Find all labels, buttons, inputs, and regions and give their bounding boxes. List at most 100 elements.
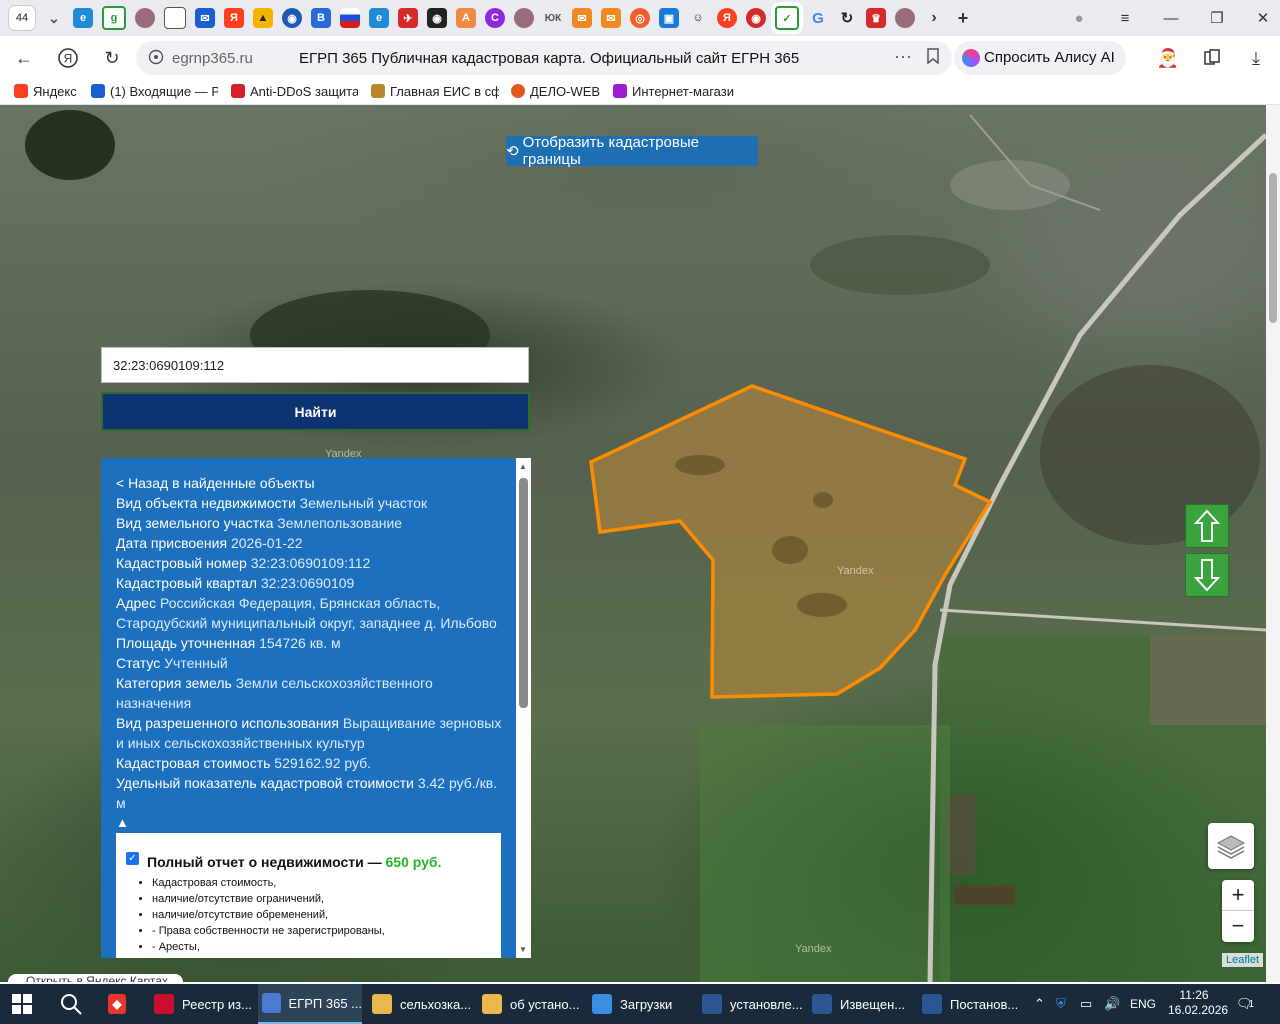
arrow-up-button[interactable] xyxy=(1185,504,1229,548)
taskbar-app-label: сельхозка... xyxy=(400,996,472,1012)
taskbar-app[interactable]: установле... xyxy=(698,984,806,1024)
tab-favicon[interactable]: Я xyxy=(717,8,737,28)
minimize-button[interactable]: — xyxy=(1148,10,1194,27)
network-icon[interactable]: ▭ xyxy=(1080,984,1092,1024)
tab-favicon[interactable]: ✉ xyxy=(572,8,592,28)
back-to-results-link[interactable]: < Назад в найденные объекты xyxy=(116,473,506,493)
wb-icon xyxy=(613,84,627,98)
tab-favicon[interactable]: ◉ xyxy=(427,8,447,28)
cadastral-search-input[interactable] xyxy=(101,347,529,383)
more-icon[interactable]: ··· xyxy=(894,46,912,67)
tab-favicon[interactable]: ◉ xyxy=(282,8,302,28)
taskbar-app-label: Постанов... xyxy=(950,996,1019,1012)
arrow-down-button[interactable] xyxy=(1185,553,1229,597)
tab-favicon[interactable]: ↻ xyxy=(837,8,857,28)
tray-chevron-icon[interactable]: ⌃ xyxy=(1034,984,1045,1024)
taskbar-app-label: об устано... xyxy=(510,996,580,1012)
tab-favicon[interactable]: e xyxy=(369,8,389,28)
profile-icon[interactable]: ● xyxy=(1056,10,1102,27)
tab-favicon[interactable] xyxy=(340,8,360,28)
pinned-app[interactable]: ◆ xyxy=(108,984,134,1024)
bookmark-icon[interactable] xyxy=(926,48,940,69)
taskbar-app-label: установле... xyxy=(730,996,803,1012)
tab-favicon[interactable] xyxy=(164,7,186,29)
show-boundaries-button[interactable]: ⟲ Отобразить кадастровые границы xyxy=(506,134,758,168)
panel-scrollbar[interactable]: ▲ ▼ xyxy=(516,458,531,958)
back-arrow-icon[interactable]: ← xyxy=(12,46,36,70)
close-button[interactable]: ✕ xyxy=(1240,9,1280,27)
scroll-down-icon[interactable]: ▼ xyxy=(518,945,528,954)
windows-icon xyxy=(12,994,32,1014)
open-in-yandex-maps-link[interactable]: Открыть в Яндекс Картах xyxy=(8,974,183,982)
tab-favicon[interactable]: ЮК xyxy=(543,8,563,28)
defender-icon[interactable]: ⛨ xyxy=(1056,984,1066,1024)
url-field[interactable]: egrnp365.ru ЕГРП 365 Публичная кадастров… xyxy=(136,41,952,75)
collapse-toggle-icon[interactable]: ▲ xyxy=(116,813,506,833)
page-scrollbar[interactable] xyxy=(1266,105,1280,982)
tab-favicon-active[interactable]: ✓ xyxy=(775,6,799,30)
bookmark-item[interactable]: ДЕЛО-WEB xyxy=(511,84,603,99)
alice-button[interactable]: Спросить Алису AI xyxy=(954,41,1126,75)
find-button[interactable]: Найти xyxy=(101,392,530,431)
clock[interactable]: 11:26 16.02.2026 xyxy=(1168,988,1228,1018)
tab-favicon[interactable]: ◉ xyxy=(746,8,766,28)
collections-icon[interactable] xyxy=(1200,46,1224,70)
page-scroll-thumb[interactable] xyxy=(1269,173,1277,323)
taskbar-app[interactable]: Извещен... xyxy=(808,984,916,1024)
reload-icon[interactable]: ↻ xyxy=(100,46,124,70)
tab-favicon[interactable]: ☺ xyxy=(688,8,708,28)
panel-scroll-thumb[interactable] xyxy=(519,478,528,708)
menu-icon[interactable]: ≡ xyxy=(1102,10,1148,27)
tab-favicon[interactable]: ✉ xyxy=(195,8,215,28)
report-item: наличие/отсутствие ограничений, xyxy=(152,891,385,907)
tab-favicon[interactable]: ♛ xyxy=(866,8,886,28)
tab-favicon[interactable]: ◎ xyxy=(630,8,650,28)
downloads-icon[interactable]: ⤓ xyxy=(1244,46,1268,70)
tab-favicon[interactable]: ✉ xyxy=(601,8,621,28)
tab-favicon[interactable]: Я xyxy=(224,8,244,28)
zoom-in-button[interactable]: + xyxy=(1222,880,1254,911)
tab-favicon[interactable]: ▣ xyxy=(659,8,679,28)
volume-icon[interactable]: 🔊 xyxy=(1104,984,1120,1024)
tab-favicon[interactable]: G xyxy=(808,8,828,28)
restore-button[interactable]: ❐ xyxy=(1194,9,1240,27)
tab-favicon[interactable] xyxy=(514,8,534,28)
bookmark-item[interactable]: Интернет-магази xyxy=(613,84,739,99)
taskbar-app[interactable]: об устано... xyxy=(478,984,586,1024)
tab-favicon[interactable]: C xyxy=(485,8,505,28)
tab-favicon[interactable]: B xyxy=(311,8,331,28)
extension-icon[interactable]: 🎅 xyxy=(1156,46,1180,70)
start-button[interactable] xyxy=(12,984,38,1024)
bookmark-item[interactable]: Anti-DDoS защита xyxy=(231,84,358,99)
tab-favicon[interactable]: ✈ xyxy=(398,8,418,28)
tab-favicon[interactable]: e xyxy=(73,8,93,28)
satellite-map[interactable]: Yandex Yandex Yandex ⟲ Отобразить кадаст… xyxy=(0,105,1266,982)
taskbar-app[interactable]: Загрузки xyxy=(588,984,696,1024)
notifications-button[interactable]: 🗨 1 xyxy=(1236,984,1254,1024)
site-info-icon[interactable] xyxy=(148,49,164,65)
bookmark-item[interactable]: (1) Входящие — Р xyxy=(91,84,218,99)
taskbar-app[interactable]: ЕГРП 365 ... xyxy=(258,984,362,1024)
scroll-up-icon[interactable]: ▲ xyxy=(518,462,528,471)
tab-favicon[interactable]: g xyxy=(102,6,126,30)
leaflet-attribution[interactable]: Leaflet xyxy=(1222,953,1264,967)
tab-favicon[interactable]: ▲ xyxy=(253,8,273,28)
tab-favicon[interactable] xyxy=(135,8,155,28)
yandex-logo-icon[interactable]: Я xyxy=(56,46,80,70)
taskbar-app[interactable]: Реестр из... xyxy=(150,984,258,1024)
search-button[interactable] xyxy=(60,984,86,1024)
taskbar-app[interactable]: сельхозка... xyxy=(368,984,476,1024)
new-tab-button[interactable]: + xyxy=(953,8,973,28)
tab-favicon[interactable] xyxy=(895,8,915,28)
tab-scroll-right-icon[interactable]: › xyxy=(924,8,944,28)
tab-list-chevron-icon[interactable]: ⌄ xyxy=(44,8,64,28)
zoom-out-button[interactable]: − xyxy=(1222,911,1254,941)
tab-favicon[interactable]: A xyxy=(456,8,476,28)
bookmark-item[interactable]: Яндекс xyxy=(14,84,84,99)
tab-count-button[interactable]: 44 xyxy=(9,6,35,30)
language-indicator[interactable]: ENG xyxy=(1130,984,1156,1024)
bookmark-item[interactable]: Главная ЕИС в сф xyxy=(371,84,499,99)
taskbar-app[interactable]: Постанов... xyxy=(918,984,1026,1024)
full-report-checkbox[interactable]: ✓ xyxy=(126,852,139,865)
layers-button[interactable] xyxy=(1208,823,1254,869)
